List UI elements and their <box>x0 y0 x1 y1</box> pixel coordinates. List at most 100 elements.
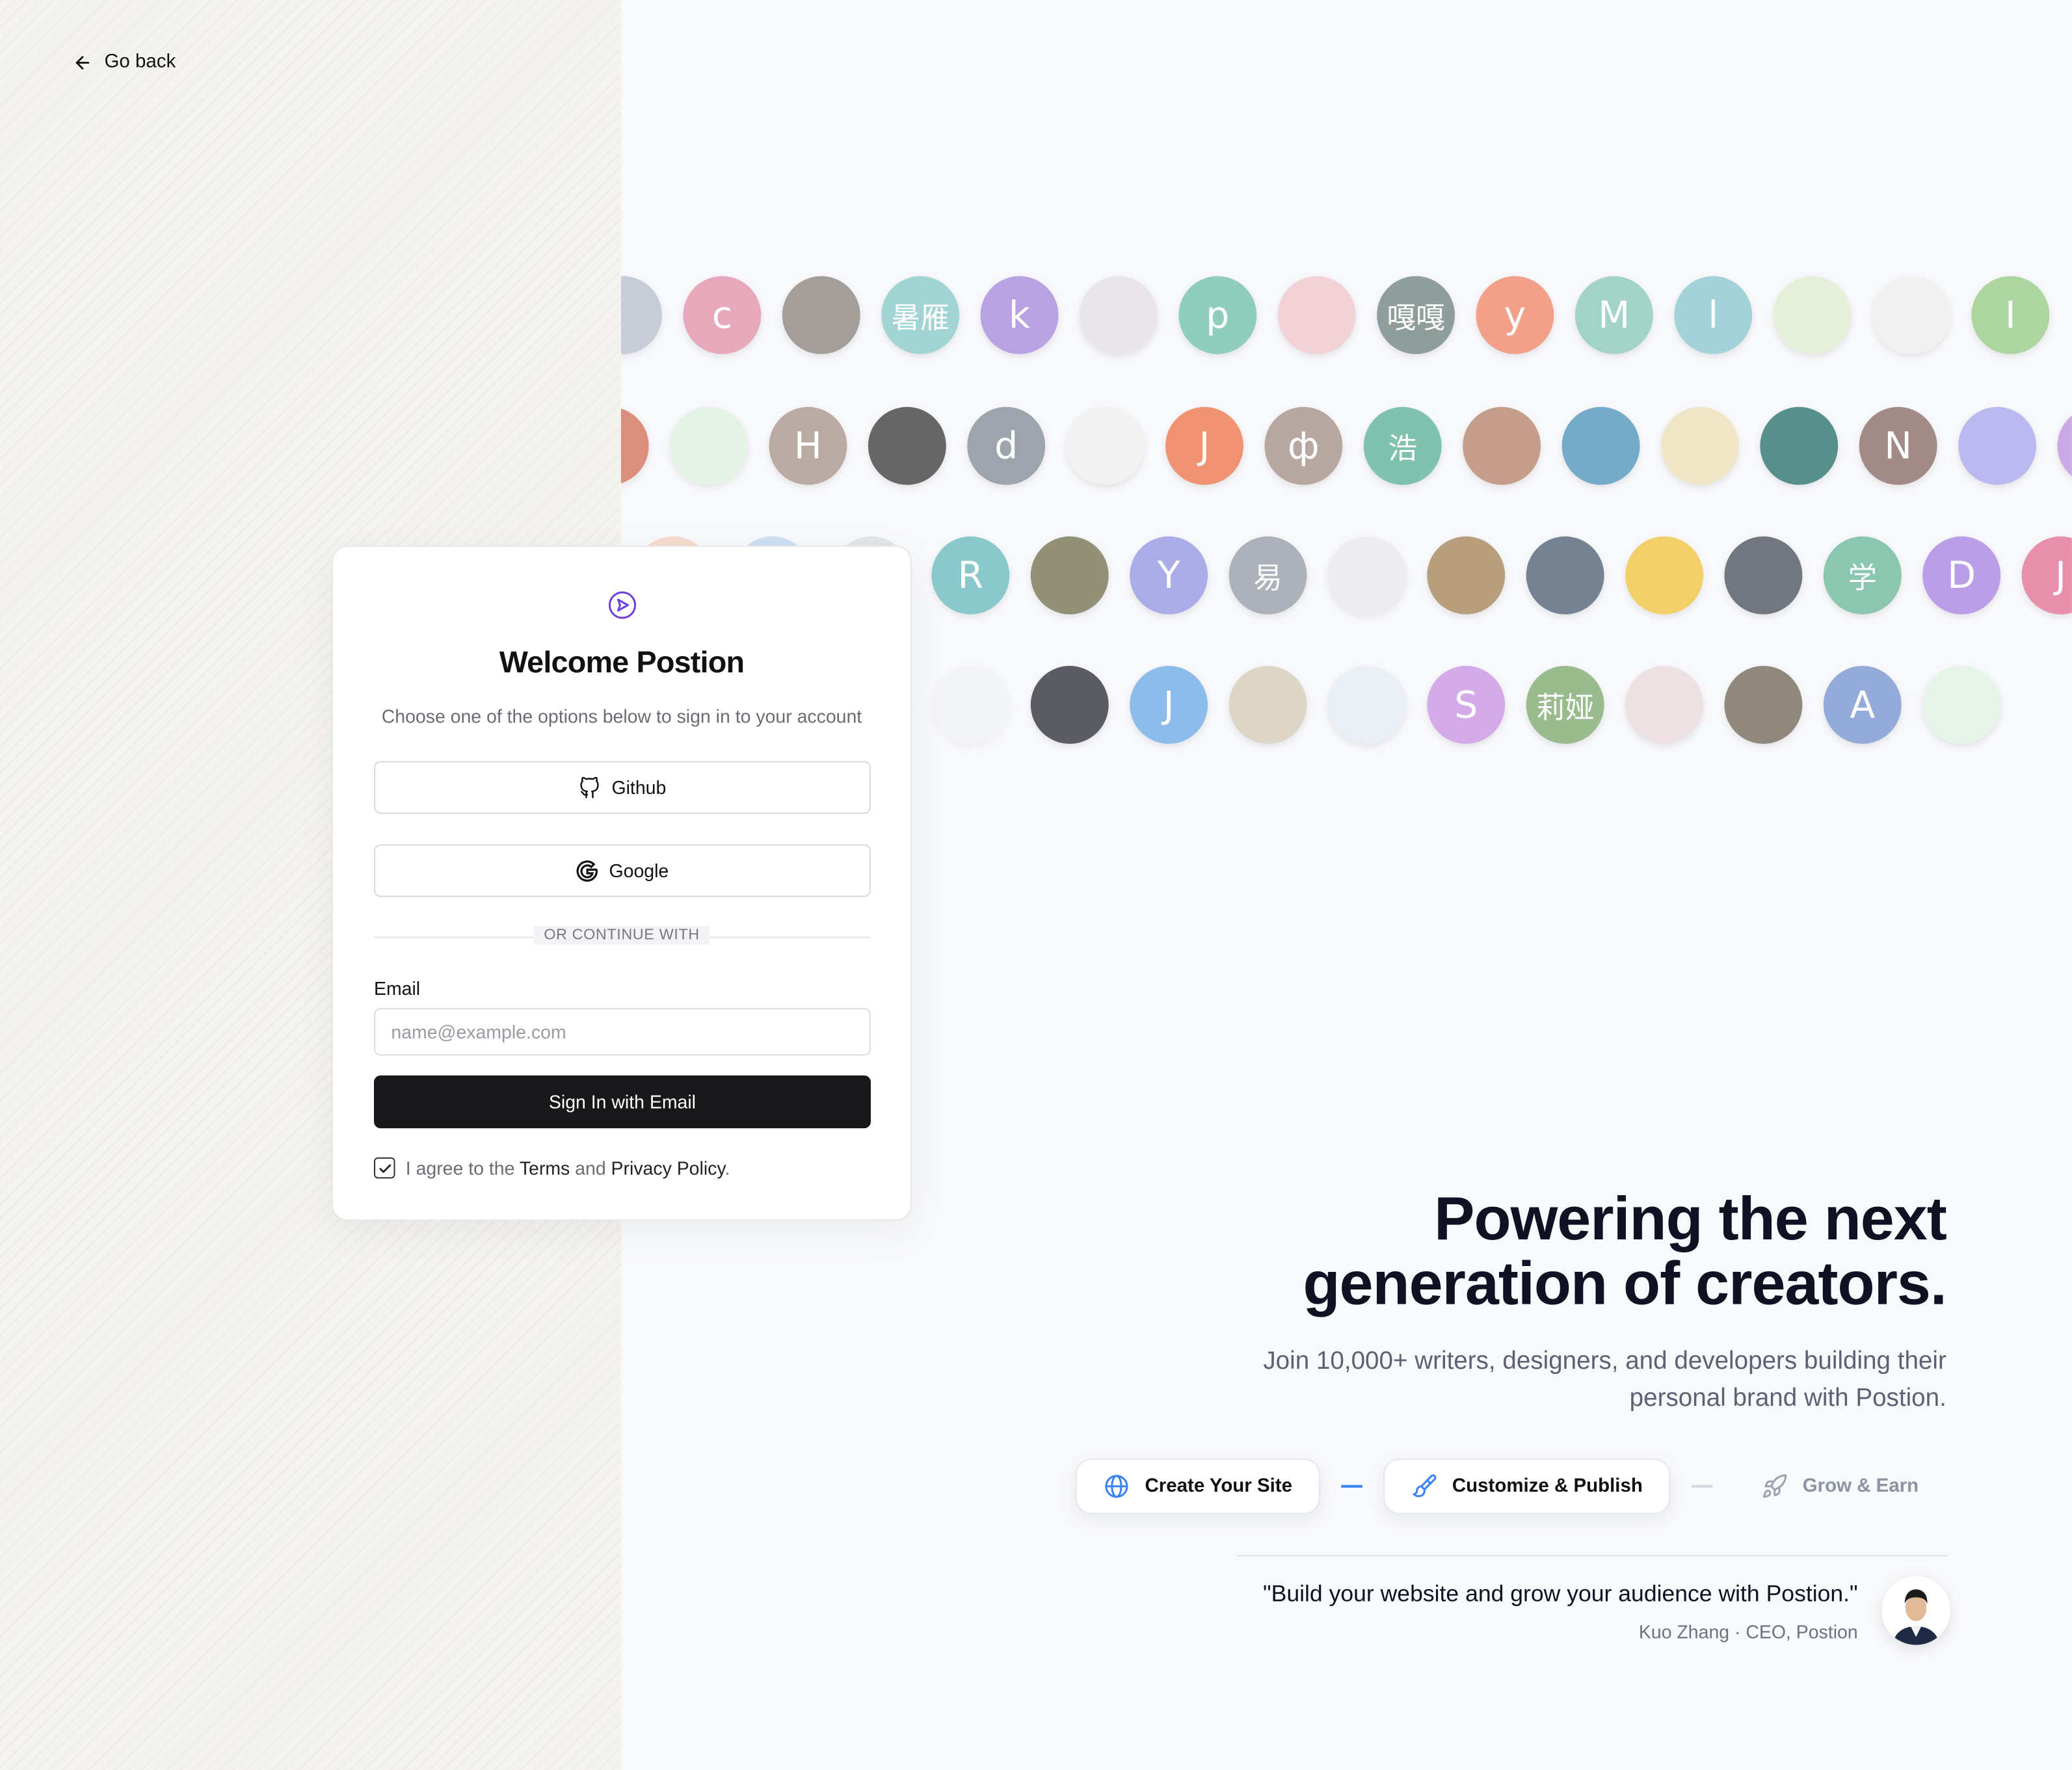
avatar-circle <box>1066 406 1145 485</box>
github-label: Github <box>611 776 667 799</box>
globe-icon <box>1106 1475 1129 1498</box>
step-label: Customize & Publish <box>1452 1475 1643 1498</box>
avatar-circle <box>2057 406 2072 485</box>
hero-title-line-2: generation of creators. <box>1303 1248 1946 1317</box>
hero-title: Powering the next generation of creators… <box>1303 1183 1947 1317</box>
testimonial-quote: "Build your website and grow your audien… <box>1263 1580 1858 1607</box>
avatar-circle <box>1922 666 2001 744</box>
avatar-circle: y <box>1476 276 1554 354</box>
avatar-circle: S <box>1427 666 1506 744</box>
github-icon <box>580 776 599 798</box>
terms-link[interactable]: Terms <box>520 1157 570 1179</box>
steps-progress: Create Your Site Customize & Publish Gro… <box>1076 1459 1946 1514</box>
avatar-circle <box>1724 536 1803 614</box>
avatar-circle <box>1872 276 1950 354</box>
avatar-circle <box>868 406 946 485</box>
avatar-circle: J <box>1130 666 1208 744</box>
step-label: Create Your Site <box>1145 1475 1293 1498</box>
avatar-circle: 浩 <box>1363 406 1442 485</box>
agree-prefix: I agree to the <box>405 1157 515 1179</box>
google-signin-button[interactable]: Google <box>373 844 871 897</box>
step-label: Grow & Earn <box>1802 1475 1919 1498</box>
avatar-circle <box>670 406 748 485</box>
avatar-circle: c <box>683 276 762 354</box>
privacy-policy-link[interactable]: Privacy Policy <box>611 1157 725 1179</box>
signin-subtitle: Choose one of the options below to sign … <box>381 705 862 727</box>
terms-agreement: I agree to the Terms and Privacy Policy. <box>373 1157 730 1179</box>
avatar-circle: J <box>1165 406 1243 485</box>
avatar-circle <box>1625 536 1703 614</box>
step-grow-earn[interactable]: Grow & Earn <box>1734 1459 1946 1514</box>
agree-suffix: . <box>724 1157 730 1179</box>
send-circle-icon <box>608 591 637 619</box>
avatar-circle <box>1625 666 1703 744</box>
agree-checkbox[interactable] <box>373 1157 395 1179</box>
avatar-circle: 莉娅 <box>1526 666 1604 744</box>
step-connector <box>1341 1485 1362 1488</box>
avatar-circle <box>1561 406 1640 485</box>
avatar-circle: 嘎嘎 <box>1377 276 1455 354</box>
avatar-circle <box>1030 536 1109 614</box>
avatar-circle: ф <box>1264 406 1343 485</box>
avatar-circle <box>1229 666 1307 744</box>
agree-and: and <box>575 1157 606 1179</box>
testimonial-author: Kuo Zhang · CEO, Postion <box>1638 1621 1858 1643</box>
avatar-circle <box>1724 666 1803 744</box>
avatar-circle <box>1958 406 2037 485</box>
google-icon <box>576 860 598 881</box>
avatar-circle <box>1660 406 1739 485</box>
avatar-circle: N <box>1859 406 1937 485</box>
avatar-circle <box>1427 536 1506 614</box>
page: Go back c暑雁kp嘎嘎yMlIHdJф浩NX李淡RY易学DJJS莉娅A … <box>0 0 2072 1770</box>
avatar-circle: H <box>769 406 847 485</box>
avatar-circle: I <box>1971 276 2050 354</box>
testimonial-divider <box>1236 1555 1948 1557</box>
signin-title: Welcome Postion <box>499 644 745 680</box>
go-back-link[interactable]: Go back <box>73 51 176 73</box>
go-back-label: Go back <box>104 51 176 73</box>
avatar-circle <box>1526 536 1604 614</box>
avatar-circle: 暑雁 <box>881 276 960 354</box>
avatar-circle: 学 <box>1823 536 1902 614</box>
avatar-circle: Y <box>1130 536 1208 614</box>
google-label: Google <box>609 860 669 882</box>
avatar-circle: R <box>931 536 1010 614</box>
avatar-circle: J <box>2021 536 2072 614</box>
avatar-circle: 易 <box>1229 536 1307 614</box>
arrow-left-icon <box>75 55 90 69</box>
signin-card: Welcome Postion Choose one of the option… <box>331 546 912 1221</box>
avatar-circle: k <box>980 276 1059 354</box>
step-create-your-site[interactable]: Create Your Site <box>1076 1459 1320 1514</box>
avatar-circle <box>620 406 649 485</box>
check-icon <box>379 1163 391 1172</box>
avatar-circle <box>1030 666 1109 744</box>
step-customize-publish[interactable]: Customize & Publish <box>1383 1459 1671 1514</box>
hero-title-line-1: Powering the next <box>1434 1183 1947 1253</box>
github-signin-button[interactable]: Github <box>373 761 871 814</box>
avatar-circle <box>931 666 1010 744</box>
avatar-circle: l <box>1674 276 1753 354</box>
avatar-circle <box>1760 406 1839 485</box>
hero-subtitle: Join 10,000+ writers, designers, and dev… <box>1263 1347 1946 1412</box>
avatar-circle: A <box>1823 666 1902 744</box>
avatar-circle <box>1327 536 1406 614</box>
avatar-circle: D <box>1922 536 2001 614</box>
rocket-icon <box>1763 1474 1787 1498</box>
email-input[interactable] <box>373 1008 871 1056</box>
avatar-circle: M <box>1574 276 1653 354</box>
email-label: Email <box>373 977 421 999</box>
avatar-circle <box>1079 276 1158 354</box>
avatar-circle: p <box>1178 276 1257 354</box>
avatar-circle <box>782 276 860 354</box>
avatar-circle <box>1277 276 1356 354</box>
paintbrush-icon <box>1413 1474 1437 1498</box>
step-connector <box>1692 1485 1713 1488</box>
sign-in-email-button[interactable]: Sign In with Email <box>373 1075 871 1129</box>
divider-label: OR CONTINUE WITH <box>333 926 910 945</box>
avatar-circle <box>620 276 662 354</box>
avatar-circle <box>1463 406 1541 485</box>
avatar-circle <box>1327 666 1406 744</box>
testimonial-avatar <box>1881 1576 1950 1645</box>
avatar-circle: d <box>967 406 1046 485</box>
avatar-circle <box>1773 276 1852 354</box>
